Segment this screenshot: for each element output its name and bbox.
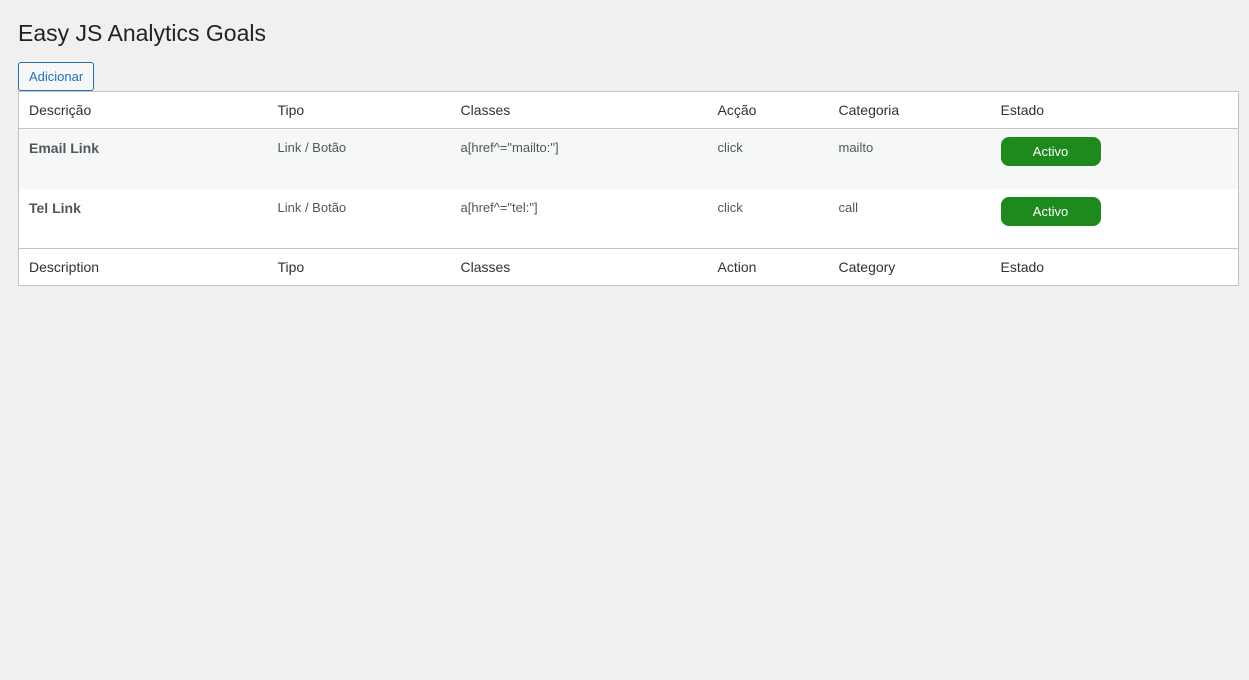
footer-header-category: Category xyxy=(838,259,896,275)
goal-status-cell: Activo xyxy=(991,129,1239,189)
goal-classes: a[href^="mailto:"] xyxy=(460,140,559,155)
add-goal-button[interactable]: Adicionar xyxy=(18,62,95,91)
status-toggle-button[interactable]: Activo xyxy=(1000,196,1101,226)
goals-table: Descrição Tipo Classes Acção Categoria E… xyxy=(18,91,1239,286)
goal-description: Tel Link xyxy=(29,199,81,216)
goal-action: click xyxy=(717,140,743,155)
table-footer: Description Tipo Classes Action Category… xyxy=(18,248,1239,286)
footer-header-status: Estado xyxy=(1000,259,1045,275)
column-header-status: Estado xyxy=(1000,102,1045,118)
goal-action: click xyxy=(717,199,743,215)
header-row: Descrição Tipo Classes Acção Categoria E… xyxy=(18,92,1239,129)
table-header: Descrição Tipo Classes Acção Categoria E… xyxy=(18,92,1239,129)
goal-category: call xyxy=(838,199,859,215)
column-header-type: Tipo xyxy=(277,102,305,118)
goal-description: Email Link xyxy=(29,140,100,156)
table-row: Tel Link Link / Botão a[href^="tel:"] cl… xyxy=(19,189,1239,249)
column-header-classes: Classes xyxy=(460,102,511,118)
goal-classes: a[href^="tel:"] xyxy=(460,199,538,215)
goal-type: Link / Botão xyxy=(277,199,347,215)
footer-row: Description Tipo Classes Action Category… xyxy=(18,248,1239,286)
status-toggle-button[interactable]: Activo xyxy=(1000,137,1101,166)
goal-type: Link / Botão xyxy=(277,140,347,155)
goal-status-cell: Activo xyxy=(991,189,1239,249)
page-title: Easy JS Analytics Goals xyxy=(18,20,266,46)
column-header-category: Categoria xyxy=(838,102,900,118)
column-header-action: Acção xyxy=(717,102,757,118)
footer-header-action: Action xyxy=(717,259,757,275)
column-header-description: Descrição xyxy=(29,102,92,118)
table-row: Email Link Link / Botão a[href^="mailto:… xyxy=(18,128,1239,189)
goal-category: mailto xyxy=(838,140,874,155)
footer-header-classes: Classes xyxy=(460,259,511,275)
footer-header-description: Description xyxy=(29,259,100,275)
footer-header-type: Tipo xyxy=(277,259,305,275)
table-body: Email Link Link / Botão a[href^="mailto:… xyxy=(18,128,1239,249)
